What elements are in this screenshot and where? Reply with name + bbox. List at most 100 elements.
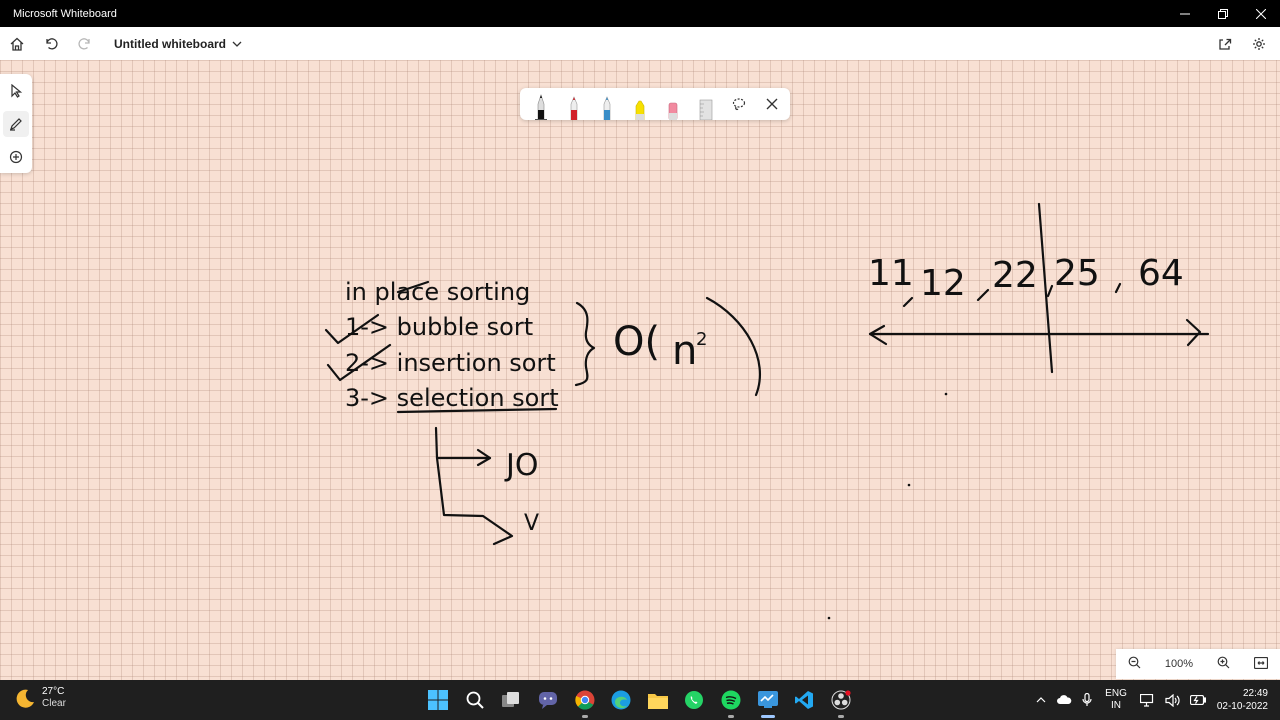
- gear-icon: [1253, 37, 1265, 50]
- show-hidden-icons-button[interactable]: [1036, 697, 1046, 703]
- language-region: IN: [1111, 700, 1121, 711]
- network-button[interactable]: [1139, 693, 1155, 707]
- document-title-dropdown[interactable]: Untitled whiteboard: [114, 37, 242, 51]
- restore-icon: [1218, 8, 1228, 19]
- battery-icon: [1189, 695, 1206, 705]
- add-tool[interactable]: [3, 144, 29, 170]
- share-button[interactable]: [1208, 27, 1242, 60]
- whiteboard-button[interactable]: [749, 680, 786, 720]
- start-button[interactable]: [420, 680, 457, 720]
- weather-widget[interactable]: 27°C Clear: [14, 686, 66, 710]
- whatsapp-icon: [685, 691, 704, 709]
- clock-time: 22:49: [1242, 688, 1268, 699]
- close-ink-toolbar-button[interactable]: [755, 88, 788, 120]
- maximize-button[interactable]: [1204, 0, 1242, 27]
- moon-icon: [16, 689, 34, 708]
- windows-icon: [428, 690, 449, 710]
- volume-button[interactable]: [1165, 693, 1180, 707]
- number-64: 64: [1138, 253, 1184, 294]
- close-paren-mark: [705, 296, 761, 397]
- redo-icon: [78, 37, 90, 49]
- battery-button[interactable]: [1189, 695, 1206, 705]
- chat-button[interactable]: [530, 680, 567, 720]
- whatsapp-button[interactable]: [676, 680, 713, 720]
- ruler-button[interactable]: [689, 88, 722, 120]
- close-button[interactable]: [1242, 0, 1280, 27]
- microphone-button[interactable]: [1082, 693, 1092, 707]
- file-explorer-button[interactable]: [640, 680, 677, 720]
- clock[interactable]: 22:49 02-10-2022: [1217, 687, 1268, 713]
- red-pen-button[interactable]: [557, 88, 590, 120]
- undo-icon: [46, 37, 58, 49]
- chat-icon: [539, 692, 558, 709]
- system-tray: ENG IN 22:49 02-10-2022: [1031, 680, 1280, 720]
- zoom-in-icon: [1217, 656, 1230, 669]
- minimize-button[interactable]: [1166, 0, 1204, 27]
- spotify-icon: [721, 690, 741, 710]
- blue-pen-button[interactable]: [590, 88, 623, 120]
- volume-icon: [1165, 693, 1180, 707]
- obs-icon: [831, 690, 851, 710]
- edge-button[interactable]: [603, 680, 640, 720]
- axis-right-arrow: [1185, 318, 1202, 347]
- clock-date: 02-10-2022: [1216, 701, 1268, 712]
- left-toolbar: [0, 74, 32, 173]
- vscode-icon: [795, 691, 814, 709]
- cursor-icon: [11, 83, 23, 98]
- close-icon: [766, 98, 777, 110]
- settings-button[interactable]: [1242, 27, 1276, 60]
- eraser-button[interactable]: [656, 88, 689, 120]
- chevron-down-icon: [232, 41, 242, 47]
- network-icon: [1139, 693, 1153, 707]
- eraser-icon: [668, 102, 677, 120]
- select-tool[interactable]: [3, 78, 29, 104]
- highlighter-button[interactable]: [623, 88, 656, 120]
- folder-icon: [647, 693, 668, 709]
- close-icon: [1256, 8, 1266, 19]
- lasso-select-button[interactable]: [722, 88, 755, 120]
- task-view-icon: [502, 692, 520, 707]
- arrow-v-line: [435, 456, 514, 546]
- minimize-icon: [1180, 13, 1190, 14]
- number-22: 22: [992, 255, 1038, 296]
- search-button[interactable]: [457, 680, 494, 720]
- redo-button[interactable]: [68, 27, 102, 60]
- heading-text: in place sorting: [345, 278, 530, 306]
- black-pen-button[interactable]: [524, 88, 557, 120]
- vscode-button[interactable]: [786, 680, 823, 720]
- chrome-icon: [575, 690, 595, 710]
- document-title: Untitled whiteboard: [114, 36, 226, 51]
- ruler-icon: [699, 99, 712, 120]
- whiteboard-icon: [757, 691, 778, 708]
- title-bar: Microsoft Whiteboard: [0, 0, 1280, 27]
- number-11: 11: [868, 253, 914, 294]
- chrome-button[interactable]: [566, 680, 603, 720]
- fit-to-screen-button[interactable]: [1253, 656, 1269, 672]
- task-view-button[interactable]: [493, 680, 530, 720]
- appbar-actions: [1208, 27, 1276, 60]
- weather-temp: 27°C: [42, 686, 65, 697]
- complexity-exp: 2: [696, 329, 707, 350]
- ink-tool[interactable]: [3, 110, 29, 137]
- red-pen-icon: [570, 96, 577, 120]
- undo-button[interactable]: [34, 27, 68, 60]
- chevron-up-icon: [1036, 697, 1046, 703]
- zoom-out-icon: [1128, 656, 1141, 669]
- home-button[interactable]: [0, 27, 34, 60]
- language-indicator[interactable]: ENG IN: [1105, 688, 1127, 712]
- zoom-in-button[interactable]: [1217, 656, 1230, 672]
- language-code: ENG: [1105, 688, 1127, 699]
- spotify-button[interactable]: [713, 680, 750, 720]
- lasso-icon: [732, 98, 745, 110]
- blue-pen-icon: [603, 96, 610, 120]
- onedrive-button[interactable]: [1056, 695, 1072, 705]
- pen-icon: [10, 117, 22, 131]
- home-icon: [10, 37, 24, 51]
- zoom-out-button[interactable]: [1128, 656, 1141, 672]
- taskbar-apps: [420, 680, 859, 720]
- zoom-control: 100%: [1116, 649, 1280, 679]
- obs-button[interactable]: [823, 680, 860, 720]
- whiteboard-canvas[interactable]: in place sorting 1-> bubble sort 2-> ins…: [0, 60, 1280, 680]
- black-pen-icon: [534, 94, 547, 120]
- zoom-level: 100%: [1164, 658, 1194, 670]
